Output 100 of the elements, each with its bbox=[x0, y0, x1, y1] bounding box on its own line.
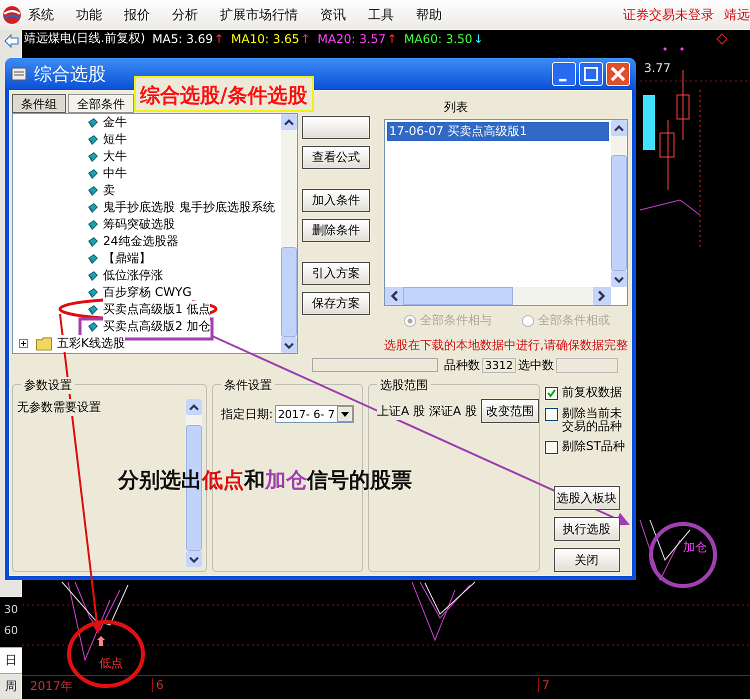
date-picker[interactable]: 2017- 6- 7 bbox=[274, 405, 354, 423]
minimize-button[interactable] bbox=[552, 62, 576, 86]
checkbox-label: 前复权数据 bbox=[562, 386, 623, 400]
formula-icon bbox=[87, 202, 99, 214]
action-button[interactable]: 保存方案 bbox=[302, 292, 370, 315]
tree-item[interactable]: 24纯金选股器 bbox=[103, 233, 178, 250]
warning-text: 选股在下载的本地数据中进行,请确保数据完整 bbox=[384, 337, 628, 354]
action-button[interactable]: 执行选股 bbox=[554, 517, 620, 541]
indicator-value: MA20: 3.57 bbox=[318, 32, 386, 46]
headline-text: 综合选股/条件选股 bbox=[134, 76, 314, 112]
menu-item[interactable]: 功能 bbox=[76, 6, 102, 24]
action-button[interactable]: 查看公式 bbox=[302, 146, 370, 169]
date-label: 6 bbox=[152, 678, 538, 692]
price-label: 3.77 bbox=[644, 61, 671, 75]
period-tab[interactable]: 日 bbox=[0, 647, 22, 673]
formula-icon bbox=[87, 218, 99, 230]
checkbox[interactable] bbox=[545, 387, 558, 400]
formula-icon bbox=[87, 150, 99, 162]
vertical-scrollbar[interactable] bbox=[280, 114, 297, 353]
menu-item[interactable]: 帮助 bbox=[416, 6, 442, 24]
horizontal-scrollbar[interactable] bbox=[385, 287, 611, 305]
expand-icon[interactable] bbox=[19, 339, 28, 348]
formula-icon bbox=[87, 236, 99, 248]
scroll-up-icon[interactable] bbox=[611, 120, 627, 136]
params-text: 无参数需要设置 bbox=[17, 399, 101, 416]
stock-name-text: 靖远 bbox=[724, 7, 750, 24]
action-button[interactable]: 选股入板块 bbox=[554, 486, 620, 510]
scroll-thumb[interactable] bbox=[403, 287, 514, 305]
menu-item[interactable]: 系统 bbox=[28, 6, 54, 24]
radio-label: 全部条件相与 bbox=[420, 312, 492, 329]
folder-icon bbox=[35, 336, 53, 351]
chart-title: 靖远煤电(日线.前复权) bbox=[24, 30, 146, 47]
caption-text: 分别选出低点和加仓信号的股票 bbox=[118, 467, 412, 494]
trend-arrow: ↑ bbox=[214, 32, 224, 46]
axis-label: 60 bbox=[4, 624, 18, 637]
tree-item[interactable]: 低位涨停涨 bbox=[103, 267, 163, 284]
selected-count-label: 选中数 bbox=[518, 356, 554, 374]
formula-icon bbox=[87, 134, 99, 146]
blank-button[interactable] bbox=[302, 116, 370, 139]
formula-icon bbox=[87, 252, 99, 264]
radio-label: 全部条件相或 bbox=[538, 312, 610, 329]
highlight-circle bbox=[649, 522, 717, 588]
list-item[interactable]: 17-06-07 买卖点高级版1 bbox=[387, 122, 609, 141]
menu-item[interactable]: 报价 bbox=[124, 6, 150, 24]
trend-arrow: ↑ bbox=[300, 32, 311, 46]
formula-icon bbox=[87, 184, 99, 196]
scroll-down-icon[interactable] bbox=[611, 271, 627, 287]
menu-item[interactable]: 工具 bbox=[368, 6, 394, 24]
scroll-left-icon[interactable] bbox=[385, 287, 404, 305]
menu-item[interactable]: 扩展市场行情 bbox=[220, 6, 298, 24]
scroll-up-icon[interactable] bbox=[186, 399, 202, 415]
formula-icon bbox=[87, 286, 99, 298]
indicator-value: MA60: 3.50 bbox=[404, 32, 472, 46]
tab[interactable]: 全部条件 bbox=[68, 94, 134, 113]
market-scope-text: 上证A 股 深证A 股 bbox=[377, 402, 477, 420]
tree-item[interactable]: 卖 bbox=[103, 182, 115, 199]
scroll-up-icon[interactable] bbox=[280, 114, 297, 130]
date-label: 指定日期: bbox=[220, 406, 273, 422]
action-button[interactable]: 加入条件 bbox=[302, 189, 370, 212]
count-label: 品种数 bbox=[444, 356, 480, 374]
checkbox[interactable] bbox=[545, 408, 558, 421]
app-logo-icon bbox=[2, 5, 22, 25]
date-label: 7 bbox=[538, 678, 550, 692]
checkbox-label: 剔除当前未交易的品种 bbox=[562, 407, 623, 434]
formula-icon bbox=[87, 168, 99, 180]
indicator-value: MA10: 3.65 bbox=[231, 32, 300, 46]
action-button[interactable]: 删除条件 bbox=[302, 219, 370, 242]
close-button[interactable] bbox=[606, 62, 630, 86]
vertical-scrollbar[interactable] bbox=[611, 120, 627, 287]
diamond-icon[interactable] bbox=[716, 32, 728, 44]
tree-item[interactable]: 百步穿杨 CWYG bbox=[103, 284, 192, 301]
tab[interactable]: 条件组 bbox=[12, 94, 66, 113]
count-field: 3312 bbox=[482, 358, 516, 372]
back-arrow-icon[interactable] bbox=[3, 33, 19, 49]
action-button[interactable]: 关闭 bbox=[554, 548, 620, 572]
group-title: 选股范围 bbox=[377, 377, 431, 394]
tree-item[interactable]: 买卖点高级版2 加仓 bbox=[103, 318, 210, 335]
maximize-button[interactable] bbox=[579, 62, 603, 86]
action-button[interactable]: 引入方案 bbox=[302, 262, 370, 285]
scroll-down-icon[interactable] bbox=[186, 551, 202, 567]
selected-count-field bbox=[556, 358, 618, 372]
tree-item[interactable]: 五彩K线选股 bbox=[57, 335, 125, 352]
scroll-thumb[interactable] bbox=[611, 154, 627, 271]
scroll-right-icon[interactable] bbox=[593, 287, 611, 305]
menu-item[interactable]: 资讯 bbox=[320, 6, 346, 24]
change-scope-button[interactable]: 改变范围 bbox=[480, 399, 539, 423]
scroll-down-icon[interactable] bbox=[280, 337, 297, 353]
scroll-thumb[interactable] bbox=[280, 247, 297, 337]
trend-arrow: ↓ bbox=[473, 32, 484, 46]
menu-item[interactable]: 分析 bbox=[172, 6, 198, 24]
list-label: 列表 bbox=[443, 99, 470, 116]
group-title: 条件设置 bbox=[220, 377, 275, 394]
login-status[interactable]: 证券交易未登录 bbox=[623, 6, 714, 24]
tree-item[interactable]: 鬼手抄底选股 鬼手抄底选股系统 bbox=[103, 199, 275, 216]
indicator-value: MA5: 3.69 bbox=[152, 32, 213, 46]
formula-icon bbox=[87, 320, 99, 332]
formula-icon bbox=[87, 270, 99, 282]
indicator-line-drawing bbox=[412, 582, 476, 642]
tree-item[interactable]: 筹码突破选股 bbox=[103, 216, 175, 233]
checkbox[interactable] bbox=[545, 441, 558, 454]
